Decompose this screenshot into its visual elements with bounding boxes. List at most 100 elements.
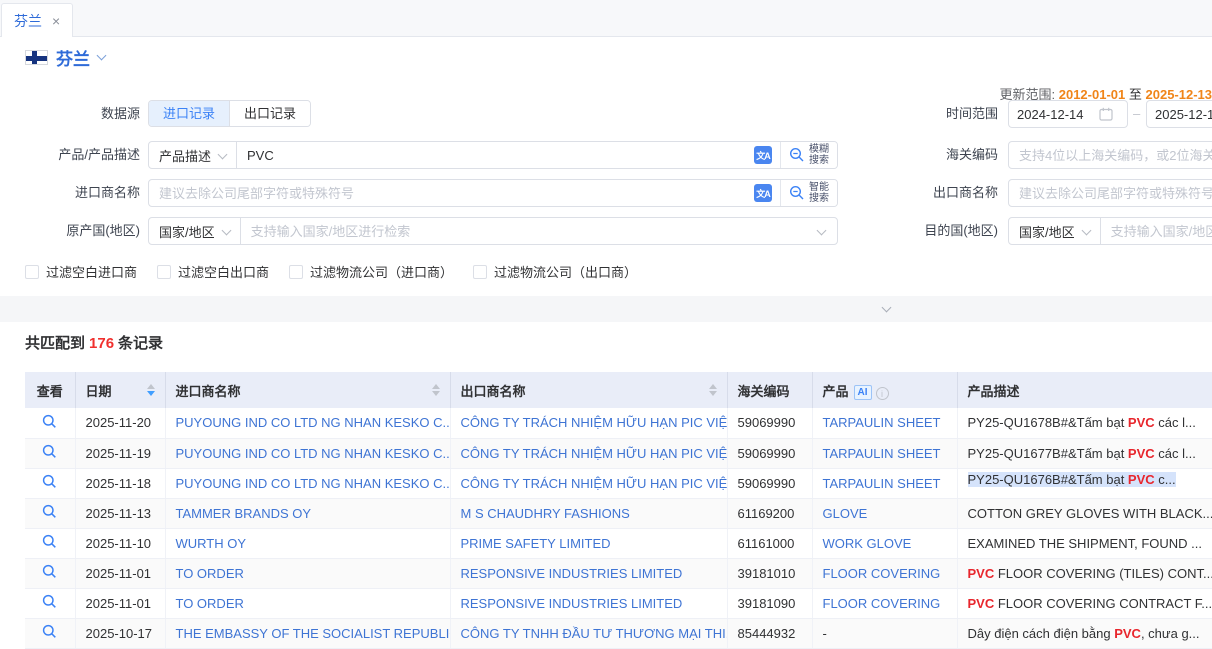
checkbox-filter-logistics-importer[interactable]: 过滤物流公司（进口商） <box>289 262 453 281</box>
destination-country-group: 国家/地区 <box>1008 217 1212 245</box>
sort-date[interactable] <box>147 384 155 396</box>
sort-asc-icon[interactable] <box>432 384 440 389</box>
close-icon[interactable]: × <box>52 14 60 28</box>
importer-link[interactable]: PUYOUNG IND CO LTD NG NHAN KESKO C... <box>176 415 451 430</box>
col-importer-label: 进口商名称 <box>176 384 241 399</box>
importer-link[interactable]: TAMMER BRANDS OY <box>176 506 312 521</box>
checkbox-filter-blank-exporter[interactable]: 过滤空白出口商 <box>157 262 269 281</box>
translate-icon[interactable]: 文A <box>754 146 772 164</box>
view-cell[interactable] <box>25 558 75 588</box>
origin-country-select[interactable]: 国家/地区 <box>149 218 241 244</box>
hs-code-input[interactable] <box>1008 141 1212 169</box>
view-record-icon[interactable] <box>42 414 57 429</box>
date-to-input[interactable] <box>1147 107 1212 122</box>
sort-asc-icon[interactable] <box>147 384 155 389</box>
table-header-row: 查看 日期 进口商名称 出口商名称 海关编码 产品AIi 产品描述 <box>25 372 1212 408</box>
importer-input[interactable] <box>149 180 754 206</box>
product-link[interactable]: FLOOR COVERING <box>823 566 941 581</box>
importer-link[interactable]: PUYOUNG IND CO LTD NG NHAN KESKO C... <box>176 446 451 461</box>
view-record-icon[interactable] <box>42 444 57 459</box>
description-cell: PY25-QU1677B#&Tấm bạt PVC các l... <box>957 438 1212 468</box>
chevron-down-icon[interactable] <box>97 51 107 61</box>
product-link[interactable]: WORK GLOVE <box>823 536 912 551</box>
checkbox-icon[interactable] <box>289 265 303 279</box>
view-cell[interactable] <box>25 498 75 528</box>
destination-country-input[interactable] <box>1101 218 1212 244</box>
description-cell: COTTON GREY GLOVES WITH BLACK... <box>957 498 1212 528</box>
checkbox-icon[interactable] <box>473 265 487 279</box>
product-link[interactable]: TARPAULIN SHEET <box>823 476 941 491</box>
view-cell[interactable] <box>25 468 75 498</box>
calendar-icon[interactable] <box>1099 107 1113 121</box>
sort-desc-icon[interactable] <box>432 391 440 396</box>
date-from-field[interactable] <box>1008 100 1128 128</box>
smart-search-button[interactable]: 智能 搜索 <box>780 180 837 206</box>
table-row: 2025-10-17THE EMBASSY OF THE SOCIALIST R… <box>25 618 1212 648</box>
importer-link[interactable]: TO ORDER <box>176 596 244 611</box>
sort-importer[interactable] <box>432 384 440 396</box>
tab-export-records[interactable]: 出口记录 <box>229 101 310 126</box>
datasource-label: 数据源 <box>0 100 140 128</box>
col-date[interactable]: 日期 <box>75 372 165 408</box>
date-to-field[interactable] <box>1146 100 1212 128</box>
collapse-filters-button[interactable] <box>868 300 904 318</box>
destination-country-select[interactable]: 国家/地区 <box>1009 218 1101 244</box>
col-exporter[interactable]: 出口商名称 <box>450 372 727 408</box>
product-cell: - <box>812 618 957 648</box>
checkbox-filter-logistics-exporter[interactable]: 过滤物流公司（出口商） <box>473 262 637 281</box>
product-input[interactable] <box>237 142 754 168</box>
date-from-input[interactable] <box>1009 107 1099 122</box>
checkbox-filter-blank-importer[interactable]: 过滤空白进口商 <box>25 262 137 281</box>
exporter-link[interactable]: RESPONSIVE INDUSTRIES LIMITED <box>461 596 683 611</box>
importer-link[interactable]: TO ORDER <box>176 566 244 581</box>
product-search-group: 产品描述 文A 模糊 搜索 <box>148 141 838 169</box>
view-cell[interactable] <box>25 618 75 648</box>
sort-asc-icon[interactable] <box>709 384 717 389</box>
view-record-icon[interactable] <box>42 564 57 579</box>
chevron-down-icon[interactable] <box>817 225 827 235</box>
importer-link[interactable]: THE EMBASSY OF THE SOCIALIST REPUBLIC... <box>176 626 451 641</box>
finland-flag-icon <box>25 50 48 65</box>
view-record-icon[interactable] <box>42 504 57 519</box>
product-link[interactable]: GLOVE <box>823 506 868 521</box>
exporter-link[interactable]: CÔNG TY TRÁCH NHIỆM HỮU HẠN PIC VIỆ... <box>461 415 728 430</box>
view-record-icon[interactable] <box>42 534 57 549</box>
tab-import-records[interactable]: 进口记录 <box>149 101 229 126</box>
view-cell[interactable] <box>25 588 75 618</box>
view-record-icon[interactable] <box>42 594 57 609</box>
fuzzy-search-button[interactable]: 模糊 搜索 <box>780 142 837 168</box>
product-type-select[interactable]: 产品描述 <box>149 142 237 168</box>
desc-highlight: PVC <box>1128 415 1155 430</box>
country-header[interactable]: 芬兰 <box>25 45 105 70</box>
view-cell[interactable] <box>25 528 75 558</box>
exporter-link[interactable]: PRIME SAFETY LIMITED <box>461 536 611 551</box>
info-icon[interactable]: i <box>876 387 889 400</box>
hs-code-cell: 59069990 <box>727 438 812 468</box>
origin-country-select-value: 国家/地区 <box>159 222 215 241</box>
sort-desc-icon[interactable] <box>709 391 717 396</box>
checkbox-icon[interactable] <box>25 265 39 279</box>
sort-exporter[interactable] <box>709 384 717 396</box>
product-link[interactable]: TARPAULIN SHEET <box>823 415 941 430</box>
translate-icon[interactable]: 文A <box>754 184 772 202</box>
exporter-link[interactable]: CÔNG TY TRÁCH NHIỆM HỮU HẠN PIC VIỆ... <box>461 476 728 491</box>
exporter-link[interactable]: CÔNG TY TNHH ĐẦU TƯ THƯƠNG MẠI THI... <box>461 626 728 641</box>
origin-country-input[interactable] <box>241 218 818 244</box>
exporter-input[interactable] <box>1008 179 1212 207</box>
sort-desc-icon[interactable] <box>147 391 155 396</box>
importer-link[interactable]: PUYOUNG IND CO LTD NG NHAN KESKO C... <box>176 476 451 491</box>
view-record-icon[interactable] <box>42 624 57 639</box>
col-view: 查看 <box>25 372 75 408</box>
importer-link[interactable]: WURTH OY <box>176 536 247 551</box>
checkbox-icon[interactable] <box>157 265 171 279</box>
tab-finland[interactable]: 芬兰 × <box>1 3 73 37</box>
exporter-link[interactable]: CÔNG TY TRÁCH NHIỆM HỮU HẠN PIC VIỆ... <box>461 446 728 461</box>
view-record-icon[interactable] <box>42 474 57 489</box>
exporter-link[interactable]: RESPONSIVE INDUSTRIES LIMITED <box>461 566 683 581</box>
product-link[interactable]: FLOOR COVERING <box>823 596 941 611</box>
view-cell[interactable] <box>25 408 75 438</box>
product-link[interactable]: TARPAULIN SHEET <box>823 446 941 461</box>
view-cell[interactable] <box>25 438 75 468</box>
col-importer[interactable]: 进口商名称 <box>165 372 450 408</box>
exporter-link[interactable]: M S CHAUDHRY FASHIONS <box>461 506 630 521</box>
